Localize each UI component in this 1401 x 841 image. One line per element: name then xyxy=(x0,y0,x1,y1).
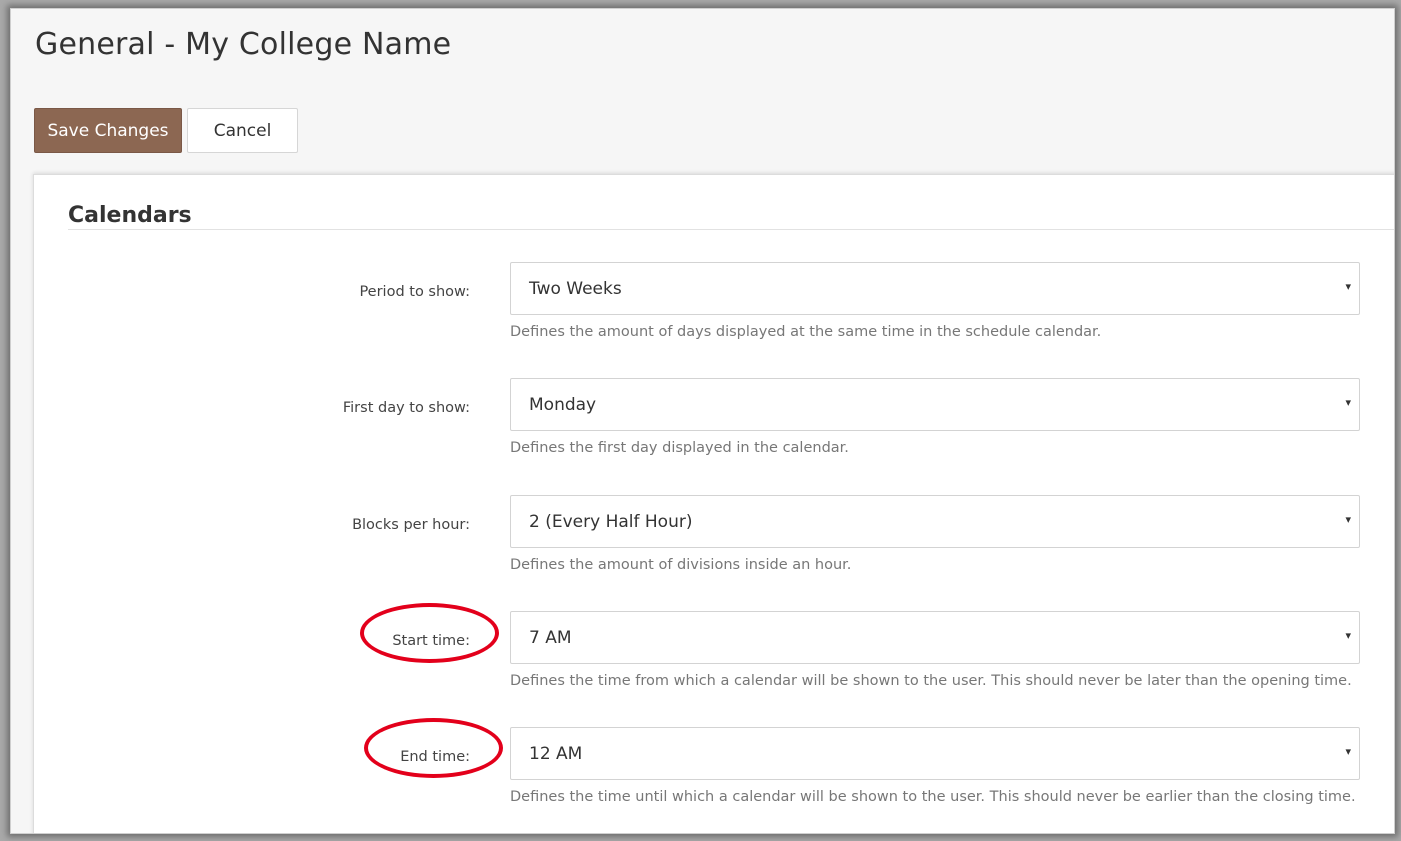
field-row-first-day: First day to show: Monday ▾ Defines the … xyxy=(34,378,1394,478)
section-divider xyxy=(68,229,1394,230)
period-label: Period to show: xyxy=(359,284,470,300)
chevron-down-icon: ▾ xyxy=(1345,280,1351,293)
field-row-period: Period to show: Two Weeks ▾ Defines the … xyxy=(34,262,1394,362)
blocks-select-value: 2 (Every Half Hour) xyxy=(529,512,693,532)
screenshot-frame: General - My College Name Save Changes C… xyxy=(10,8,1395,834)
settings-panel: Calendars Period to show: Two Weeks ▾ De… xyxy=(33,174,1394,833)
chevron-down-icon: ▾ xyxy=(1345,396,1351,409)
period-select-value: Two Weeks xyxy=(529,279,622,299)
first-day-help-text: Defines the first day displayed in the c… xyxy=(510,440,849,456)
first-day-select[interactable]: Monday ▾ xyxy=(510,378,1360,431)
end-time-select[interactable]: 12 AM ▾ xyxy=(510,727,1360,780)
period-select[interactable]: Two Weeks ▾ xyxy=(510,262,1360,315)
chevron-down-icon: ▾ xyxy=(1345,629,1351,642)
field-row-blocks: Blocks per hour: 2 (Every Half Hour) ▾ D… xyxy=(34,495,1394,595)
period-help-text: Defines the amount of days displayed at … xyxy=(510,324,1102,340)
end-time-select-value: 12 AM xyxy=(529,744,583,764)
start-time-help-text: Defines the time from which a calendar w… xyxy=(510,673,1352,689)
chevron-down-icon: ▾ xyxy=(1345,745,1351,758)
start-time-select[interactable]: 7 AM ▾ xyxy=(510,611,1360,664)
end-time-highlight-circle xyxy=(364,718,503,778)
start-time-select-value: 7 AM xyxy=(529,628,572,648)
field-row-start-time: Start time: 7 AM ▾ Defines the time from… xyxy=(34,611,1394,711)
end-time-help-text: Defines the time until which a calendar … xyxy=(510,789,1356,805)
blocks-select[interactable]: 2 (Every Half Hour) ▾ xyxy=(510,495,1360,548)
blocks-help-text: Defines the amount of divisions inside a… xyxy=(510,557,852,573)
start-time-highlight-circle xyxy=(360,603,499,663)
chevron-down-icon: ▾ xyxy=(1345,513,1351,526)
save-changes-button[interactable]: Save Changes xyxy=(34,108,182,153)
first-day-select-value: Monday xyxy=(529,395,597,415)
first-day-label: First day to show: xyxy=(342,400,470,416)
page-title: General - My College Name xyxy=(35,27,452,62)
section-title: Calendars xyxy=(68,203,192,228)
cancel-button[interactable]: Cancel xyxy=(187,108,298,153)
field-row-end-time: End time: 12 AM ▾ Defines the time until… xyxy=(34,727,1394,827)
blocks-label: Blocks per hour: xyxy=(352,517,470,533)
